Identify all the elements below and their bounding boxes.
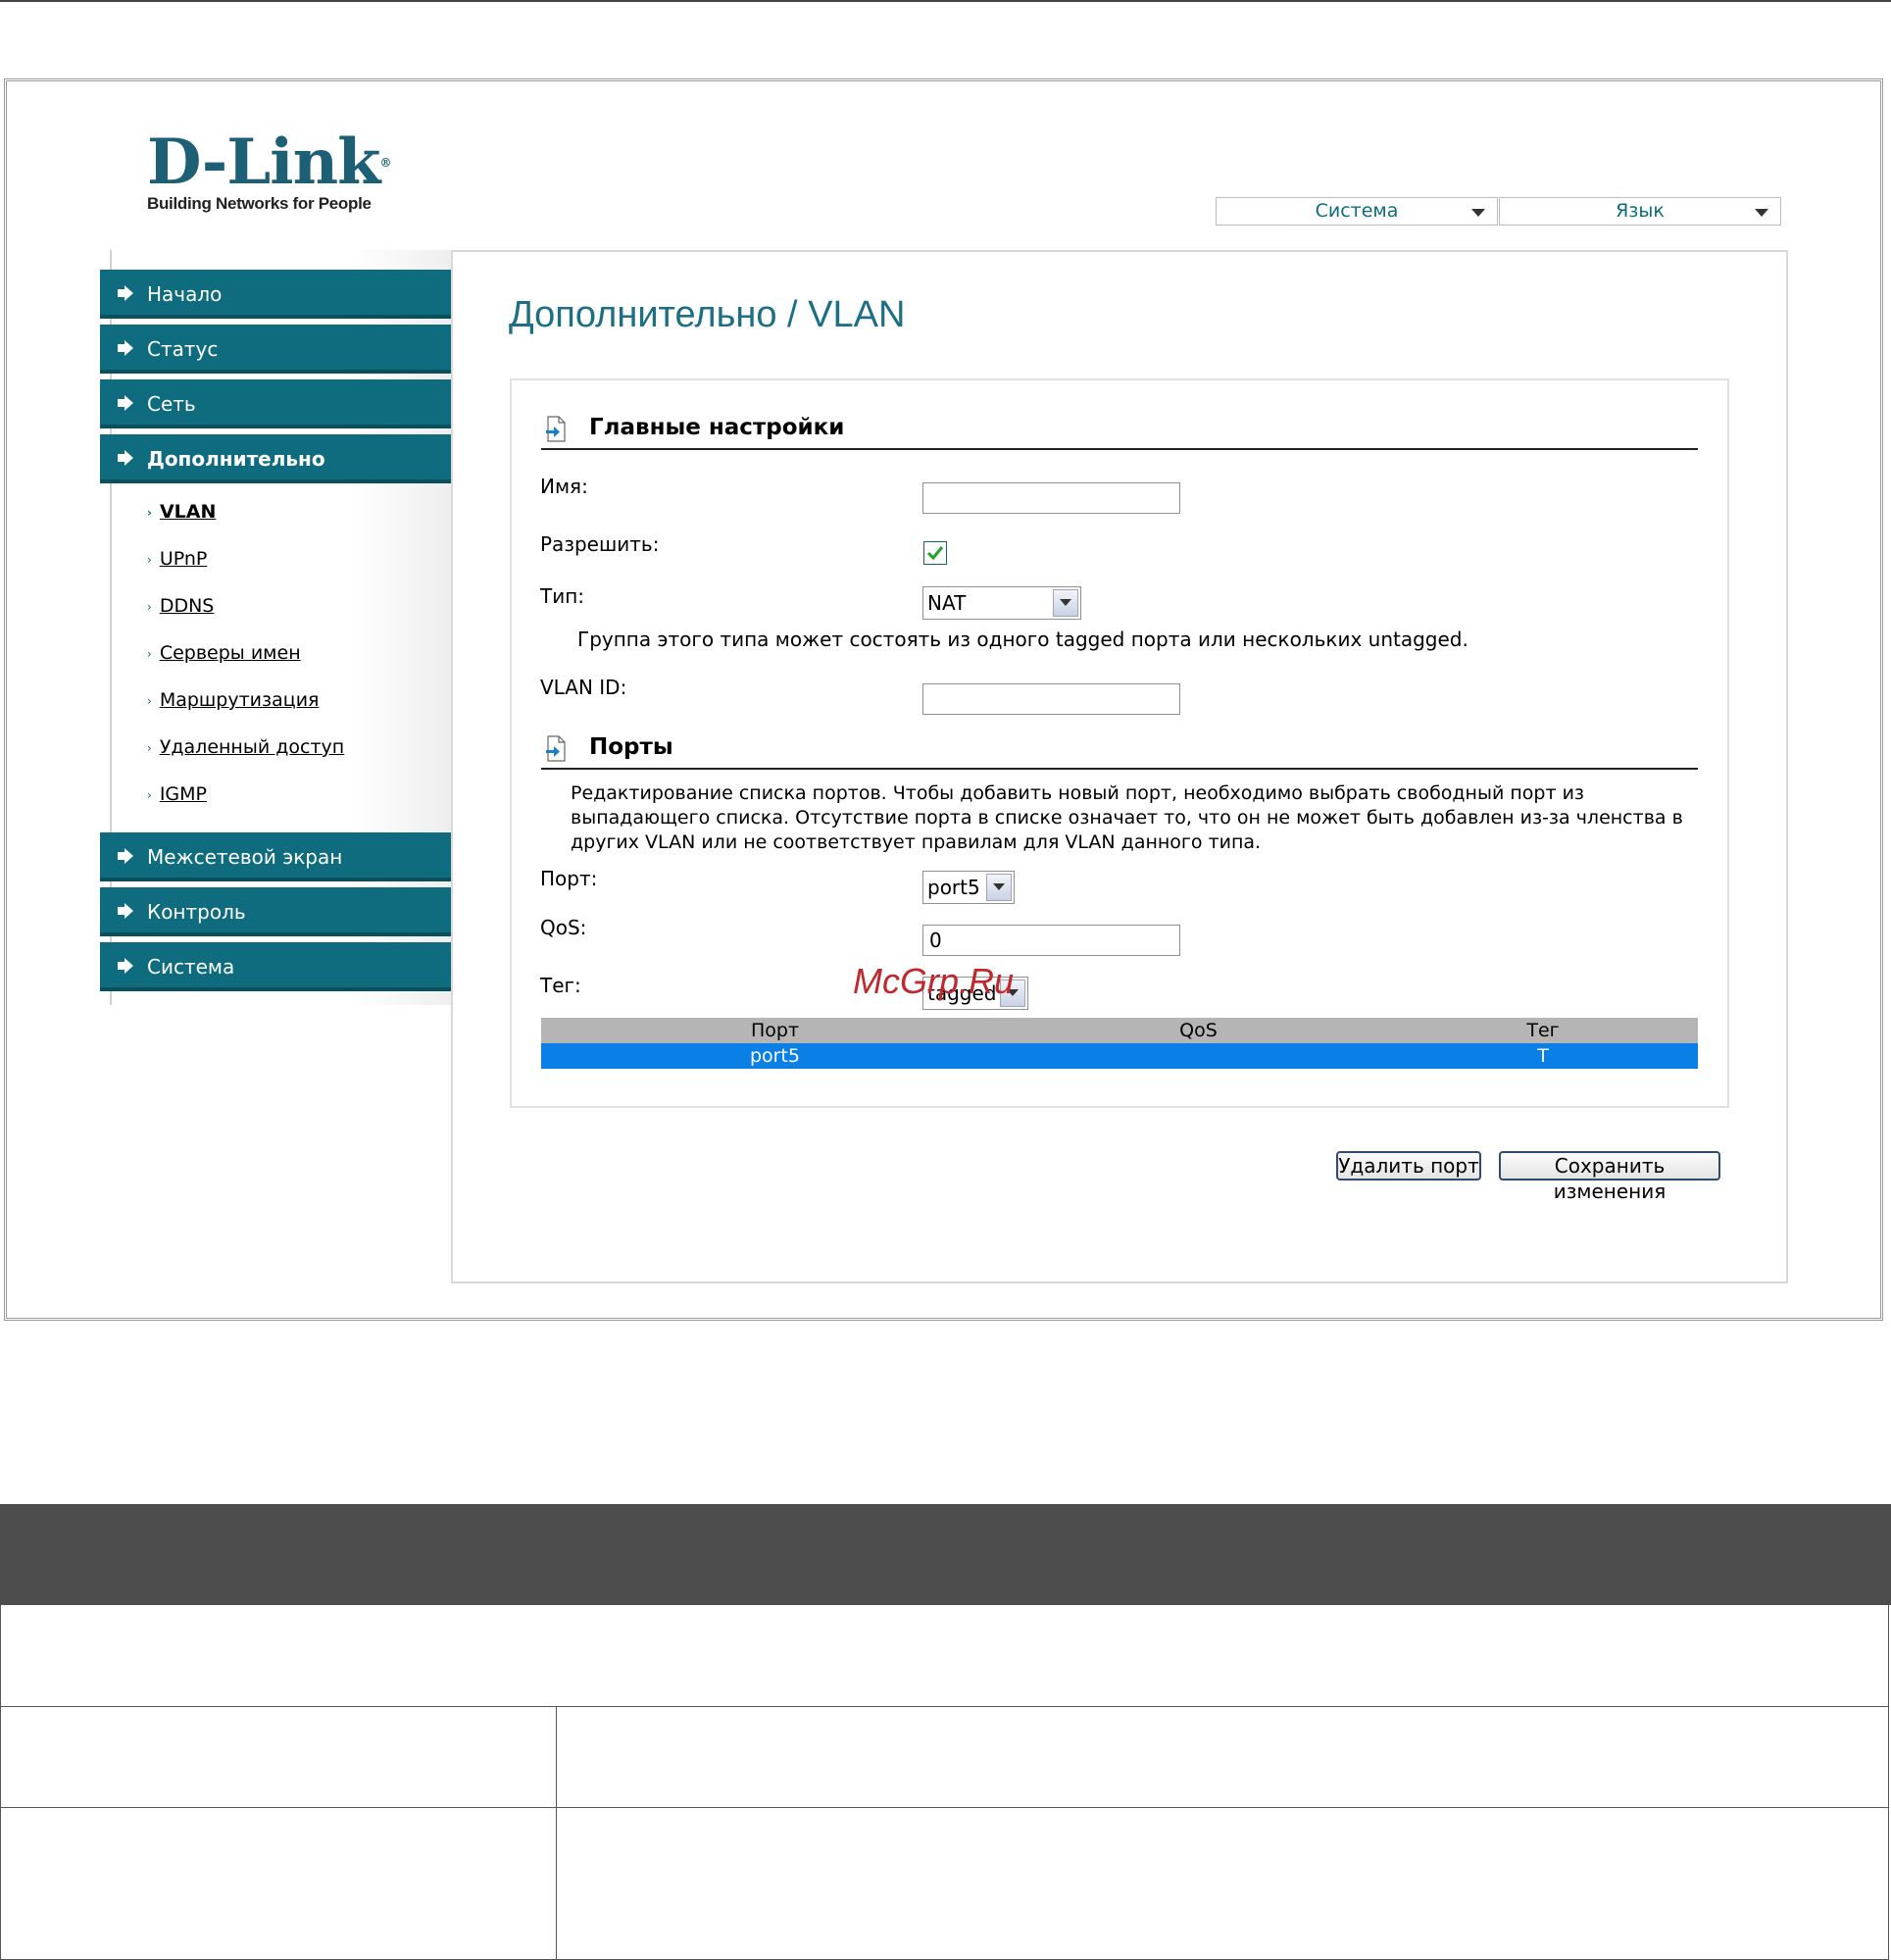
cell-qos	[1009, 1043, 1388, 1069]
ports-description: Редактирование списка портов. Чтобы доба…	[571, 782, 1683, 853]
qos-input[interactable]: 0	[922, 925, 1180, 956]
name-input[interactable]	[922, 482, 1180, 514]
chevron-down-icon	[1053, 589, 1078, 617]
sidebar-item-label: Контроль	[147, 900, 246, 924]
sidebar-subitem-remote-access[interactable]: › Удаленный доступ	[147, 736, 344, 758]
bullet-icon: ›	[147, 693, 152, 708]
bullet-icon: ›	[147, 787, 152, 802]
system-menu-dropdown[interactable]: Система	[1216, 197, 1498, 226]
sidebar-item-label: Сеть	[147, 392, 196, 416]
language-menu-label: Язык	[1616, 200, 1665, 222]
document-table-row	[0, 1808, 1889, 1960]
sidebar-item-advanced[interactable]: Дополнительно	[100, 434, 451, 483]
type-hint: Группа этого типа может состоять из одно…	[577, 628, 1468, 651]
page-title: Дополнительно / VLAN	[509, 294, 906, 335]
page-arrow-icon	[546, 416, 566, 442]
tag-label: Тег:	[540, 974, 581, 997]
dlink-logo: D-Link® Building Networks for People	[147, 131, 391, 214]
sidebar-item-label: Начало	[147, 282, 223, 306]
sidebar-item-control[interactable]: Контроль	[100, 887, 451, 936]
name-label: Имя:	[540, 475, 588, 498]
column-header-qos: QoS	[1009, 1018, 1388, 1043]
vlan-id-input[interactable]	[922, 683, 1180, 715]
logo-brand: D-Link	[147, 126, 380, 199]
type-select[interactable]: NAT	[922, 586, 1081, 620]
port-label: Порт:	[540, 867, 598, 890]
sidebar-subitem-vlan[interactable]: › VLAN	[147, 501, 216, 523]
cell-port: port5	[541, 1043, 1009, 1069]
ports-table: Порт QoS Тег port5 T	[541, 1018, 1698, 1069]
sidebar-item-firewall[interactable]: Межсетевой экран	[100, 832, 451, 881]
sidebar-item-label: Система	[147, 955, 235, 979]
chevron-down-icon	[1471, 209, 1485, 217]
section-heading-ports: Порты	[589, 734, 673, 760]
save-changes-button[interactable]: Сохранить изменения	[1499, 1151, 1720, 1203]
sidebar-subitem-name-servers[interactable]: › Серверы имен	[147, 642, 301, 664]
document-table-row	[0, 1605, 1889, 1707]
sidebar-subitem-igmp[interactable]: › IGMP	[147, 783, 207, 805]
type-label: Тип:	[540, 584, 585, 608]
type-select-value: NAT	[927, 591, 967, 615]
sidebar-item-status[interactable]: Статус	[100, 325, 451, 374]
sidebar-subitem-label: Серверы имен	[159, 642, 301, 664]
section-divider	[541, 768, 1698, 770]
port-select-value: port5	[927, 876, 980, 899]
bullet-icon: ›	[147, 646, 152, 661]
checkmark-icon	[926, 546, 944, 561]
sidebar-item-network[interactable]: Сеть	[100, 379, 451, 428]
enable-checkbox[interactable]	[923, 541, 947, 565]
bullet-icon: ›	[147, 740, 152, 755]
section-heading-main: Главные настройки	[589, 415, 845, 440]
sidebar-item-label: Дополнительно	[147, 447, 325, 471]
sidebar-subitem-label: DDNS	[159, 595, 215, 617]
sidebar-item-home[interactable]: Начало	[100, 270, 451, 319]
document-table-column-divider	[556, 1707, 557, 1960]
sidebar-subitem-routing[interactable]: › Маршрутизация	[147, 689, 319, 711]
watermark: McGrp.Ru	[853, 961, 1015, 1001]
chevron-down-icon	[986, 874, 1012, 901]
document-table-header	[0, 1504, 1891, 1605]
vlan-id-label: VLAN ID:	[540, 676, 627, 699]
document-table-row	[0, 1707, 1889, 1808]
sidebar-subitem-label: Маршрутизация	[159, 689, 320, 711]
enable-label: Разрешить:	[540, 532, 660, 556]
delete-port-button[interactable]: Удалить порт	[1336, 1151, 1481, 1181]
cell-tag: T	[1388, 1043, 1698, 1069]
system-menu-label: Система	[1315, 200, 1399, 222]
language-menu-dropdown[interactable]: Язык	[1499, 197, 1781, 226]
logo-tagline: Building Networks for People	[147, 194, 372, 213]
sidebar-subitem-label: IGMP	[159, 783, 207, 805]
sidebar-item-label: Межсетевой экран	[147, 845, 343, 869]
sidebar-item-system[interactable]: Система	[100, 942, 451, 991]
table-header-row: Порт QoS Тег	[541, 1018, 1698, 1043]
page-arrow-icon	[546, 735, 566, 762]
sidebar-subitem-ddns[interactable]: › DDNS	[147, 595, 214, 617]
column-header-port: Порт	[541, 1018, 1009, 1043]
bullet-icon: ›	[147, 552, 152, 567]
sidebar-item-label: Статус	[147, 337, 219, 361]
sidebar-subitem-label: UPnP	[159, 548, 208, 570]
bullet-icon: ›	[147, 599, 152, 614]
table-row[interactable]: port5 T	[541, 1043, 1698, 1069]
page-top-rule	[0, 0, 1891, 2]
chevron-down-icon	[1755, 209, 1768, 217]
bullet-icon: ›	[147, 505, 152, 520]
logo-registered-mark: ®	[379, 156, 391, 170]
sidebar-subitem-label: VLAN	[159, 501, 217, 523]
column-header-tag: Тег	[1388, 1018, 1698, 1043]
sidebar-subitem-upnp[interactable]: › UPnP	[147, 548, 207, 570]
section-divider	[541, 448, 1698, 450]
qos-label: QoS:	[540, 916, 587, 939]
sidebar-subitem-label: Удаленный доступ	[159, 736, 345, 758]
port-select[interactable]: port5	[922, 871, 1015, 904]
